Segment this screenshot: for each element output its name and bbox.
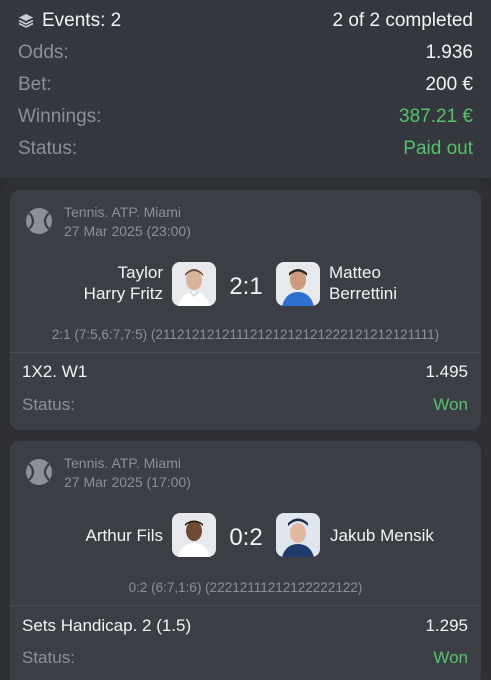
bet-summary: Events: 2 2 of 2 completed Odds: 1.936 B… (0, 0, 491, 178)
divider (10, 352, 481, 353)
odds-row: Odds: 1.936 (18, 40, 473, 66)
layers-icon (18, 14, 34, 28)
bet-row: Bet: 200 € (18, 72, 473, 98)
market-name: 1X2. W1 (22, 362, 88, 381)
player2-name: Matteo Berrettini (329, 263, 398, 303)
event-card[interactable]: Tennis. ATP. Miami 27 Mar 2025 (23:00) T… (10, 190, 481, 430)
match-score: 0:2 (229, 524, 263, 551)
winnings-value: 387.21 € (399, 106, 473, 127)
tennis-ball-icon (26, 208, 52, 234)
set-details: 2:1 (7:5,6:7,7:5) (211212121211121212121… (51, 327, 440, 342)
event-datetime: 27 Mar 2025 (23:00) (64, 223, 191, 239)
market-name: Sets Handicap. 2 (1.5) (22, 616, 192, 635)
player2-avatar (276, 513, 320, 557)
odds-value: 1.936 (425, 42, 473, 63)
event-status-value: Won (433, 648, 468, 667)
player1-name: Taylor Harry Fritz (83, 263, 163, 303)
market-row: Sets Handicap. 2 (1.5) 1.295 (22, 616, 468, 636)
completed-count: 2 of 2 completed (332, 10, 473, 31)
event-meta: Tennis. ATP. Miami 27 Mar 2025 (17:00) (64, 454, 191, 492)
event-status-row: Status: Won (22, 648, 468, 668)
event-datetime: 27 Mar 2025 (17:00) (64, 474, 191, 490)
event-meta: Tennis. ATP. Miami 27 Mar 2025 (23:00) (64, 203, 191, 241)
bet-value: 200 € (425, 74, 473, 95)
market-row: 1X2. W1 1.495 (22, 362, 468, 382)
bet-label: Bet: (18, 74, 52, 95)
player1-avatar (172, 262, 216, 306)
player1-name: Arthur Fils (85, 526, 163, 545)
event-status-row: Status: Won (22, 395, 468, 415)
status-label: Status: (18, 138, 78, 159)
match-teams: Taylor Harry Fritz 2:1 Matteo Berrettini (10, 250, 481, 310)
player1-avatar (172, 513, 216, 557)
tennis-ball-icon (26, 459, 52, 485)
league-name: Tennis. ATP. Miami (64, 455, 181, 471)
match-teams: Arthur Fils 0:2 Jakub Mensik (10, 501, 481, 561)
winnings-label: Winnings: (18, 106, 102, 127)
divider (10, 605, 481, 606)
market-odds: 1.295 (425, 616, 468, 635)
status-row: Status: Paid out (18, 136, 473, 162)
player2-name: Jakub Mensik (330, 526, 434, 545)
winnings-row: Winnings: 387.21 € (18, 104, 473, 130)
player2-avatar (276, 262, 320, 306)
set-details: 0:2 (6:7,1:6) (22212111212122222122) (128, 580, 363, 595)
events-label: Events: 2 (42, 10, 122, 31)
events-row: Events: 2 2 of 2 completed (18, 8, 473, 34)
event-status-value: Won (433, 395, 468, 414)
status-value: Paid out (403, 138, 473, 159)
match-score: 2:1 (229, 273, 263, 300)
events-count: Events: 2 (18, 10, 121, 32)
event-status-label: Status: (22, 648, 75, 667)
market-odds: 1.495 (425, 362, 468, 381)
event-status-label: Status: (22, 395, 75, 414)
event-card[interactable]: Tennis. ATP. Miami 27 Mar 2025 (17:00) A… (10, 441, 481, 680)
odds-label: Odds: (18, 42, 69, 63)
league-name: Tennis. ATP. Miami (64, 204, 181, 220)
